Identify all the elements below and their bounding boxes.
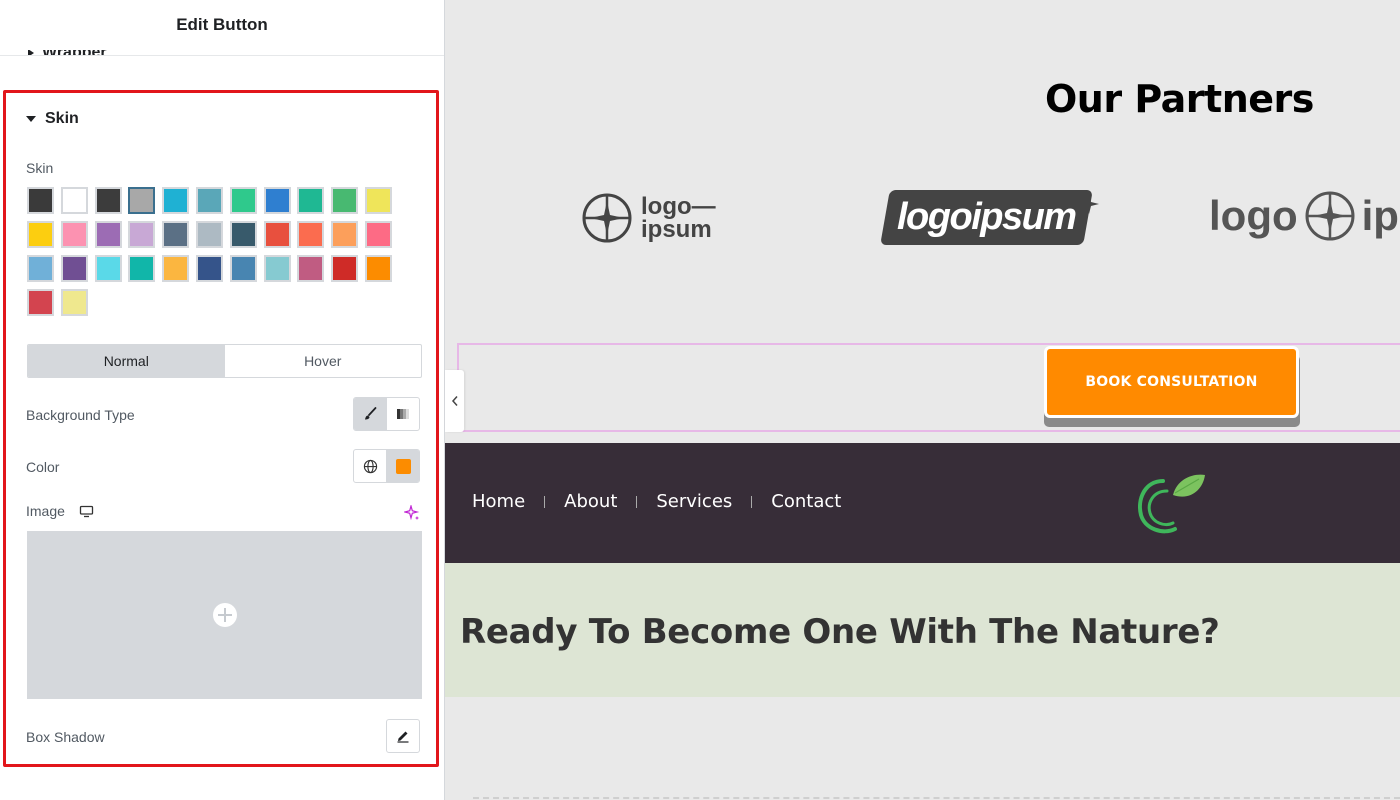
partner-logo-3: logo ips [1209,190,1400,242]
site-navigation-bar: Home About Services Contact [445,443,1400,563]
skin-swatch[interactable] [297,187,325,214]
skin-section-toggle[interactable]: Skin [26,110,79,128]
skin-swatch[interactable] [27,255,54,282]
skin-swatch[interactable] [331,187,359,214]
tab-normal[interactable]: Normal [28,345,225,377]
state-tabs: Normal Hover [27,344,422,378]
collapse-panel-handle[interactable] [445,370,464,432]
box-shadow-label: Box Shadow [26,729,105,745]
partners-heading: Our Partners [1045,77,1314,121]
preview-canvas: Our Partners logo— ipsum logoipsum logo [445,0,1400,800]
skin-swatch[interactable] [94,221,122,248]
skin-swatch[interactable] [263,255,291,282]
nav-item-services[interactable]: Services [656,491,732,512]
skin-swatch-grid [27,187,397,316]
skin-section: Skin Skin Normal Hover Background Type C… [3,90,439,767]
nav-item-about[interactable]: About [564,491,617,512]
desktop-icon[interactable] [79,505,94,518]
skin-swatch[interactable] [364,221,392,248]
nav-divider [751,495,753,508]
skin-swatch[interactable] [195,255,223,282]
partner-logo-1: logo— ipsum [581,192,716,244]
nav-divider [544,495,546,508]
leaf-logo-icon[interactable] [1133,471,1211,537]
tab-hover[interactable]: Hover [225,345,422,377]
plus-icon [212,603,237,627]
color-controls [353,449,420,483]
skin-swatch[interactable] [331,221,359,248]
partner-logo-2: logoipsum [880,190,1100,245]
skin-swatch[interactable] [27,221,54,248]
section-placeholder-divider [473,797,1400,799]
skin-swatch[interactable] [331,255,359,282]
book-consultation-button[interactable]: BOOK CONSULTATION [1044,346,1299,418]
skin-swatch[interactable] [162,221,190,248]
background-gradient-option[interactable] [386,398,419,430]
partner-logo-1-line1: logo— [641,193,716,220]
skin-label: Skin [26,160,54,176]
skin-swatch[interactable] [229,255,257,282]
skin-swatch[interactable] [297,221,325,248]
partner-logo-1-line2: ipsum [641,216,712,243]
partner-logo-3-text-right: ips [1361,192,1400,239]
caret-down-icon [26,116,36,122]
skin-swatch[interactable] [162,255,190,282]
skin-swatch[interactable] [60,255,88,282]
partner-logo-2-text: logoipsum [897,196,1076,238]
skin-swatch[interactable] [94,255,122,282]
image-upload-area[interactable] [27,531,422,699]
caret-right-icon [28,49,34,55]
cta-band: Ready To Become One With The Nature? [445,563,1400,697]
skin-swatch[interactable] [364,187,392,214]
editor-panel: Edit Button Wrapper Skin Skin Normal Hov… [0,0,445,800]
skin-swatch[interactable] [128,187,156,214]
skin-swatch[interactable] [60,289,88,316]
skin-swatch[interactable] [263,221,291,248]
panel-title: Edit Button [0,0,444,50]
color-preview-swatch [395,458,411,474]
skin-swatch[interactable] [297,255,325,282]
ai-sparkle-icon[interactable] [404,505,420,521]
skin-swatch[interactable] [229,187,257,214]
skin-swatch[interactable] [94,187,122,214]
skin-swatch[interactable] [60,221,88,248]
globe-icon [363,459,377,473]
box-shadow-edit-button[interactable] [386,719,420,753]
background-type-label: Background Type [26,407,135,423]
skin-swatch[interactable] [162,187,190,214]
skin-swatch[interactable] [27,187,54,214]
background-classic-option[interactable] [354,398,386,430]
image-label-row: Image [26,503,94,519]
nav-item-home[interactable]: Home [472,491,525,512]
skin-section-title: Skin [45,110,79,127]
globe-logo-icon [1305,191,1355,241]
nav-menu: Home About Services Contact [472,491,841,512]
cta-heading: Ready To Become One With The Nature? [460,612,1220,652]
skin-swatch[interactable] [364,255,392,282]
skin-swatch[interactable] [27,289,54,316]
skin-swatch[interactable] [229,221,257,248]
background-type-choices [353,397,420,431]
color-label: Color [26,459,60,475]
partner-logo-3-text-left: logo [1209,192,1298,239]
global-colors-button[interactable] [354,450,386,482]
skin-swatch[interactable] [263,187,291,214]
skin-swatch[interactable] [195,221,223,248]
partner-logo-2-badge: logoipsum [880,190,1093,245]
pencil-icon [397,731,409,743]
nav-divider [636,495,638,508]
skin-swatch[interactable] [195,187,223,214]
chevron-left-icon [451,396,458,406]
skin-swatch[interactable] [128,255,156,282]
skin-swatch[interactable] [60,187,88,214]
globe-logo-icon [582,193,632,243]
image-label: Image [26,503,65,519]
skin-swatch[interactable] [128,221,156,248]
gradient-icon [397,409,409,419]
nav-item-contact[interactable]: Contact [771,491,841,512]
color-picker-button[interactable] [386,450,419,482]
paintbrush-icon [365,407,377,420]
